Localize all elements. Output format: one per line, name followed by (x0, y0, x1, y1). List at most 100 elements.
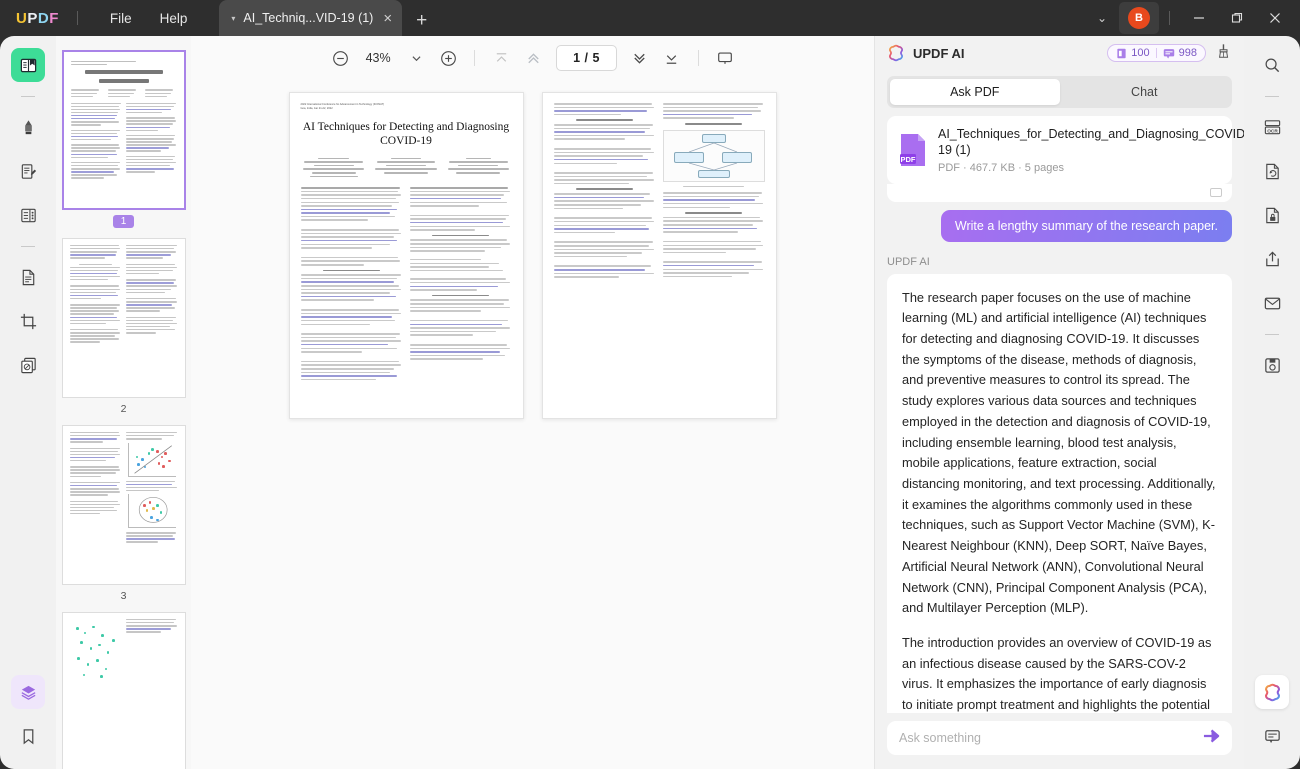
maximize-button[interactable] (1218, 4, 1256, 32)
sidebar-item-save-doc-tool[interactable] (1255, 348, 1289, 382)
sidebar-item-layers-panel[interactable] (11, 675, 45, 709)
sidebar-item-protect-doc-tool[interactable] (1255, 198, 1289, 232)
avatar-button[interactable]: B (1119, 2, 1159, 34)
assistant-label: UPDF AI (887, 256, 1232, 268)
ai-panel: UPDF AI 100 99 (874, 36, 1244, 769)
sidebar-item-comment-highlight-tool[interactable] (11, 110, 45, 144)
pdf-file-icon: PDF (899, 133, 927, 167)
new-tab-button[interactable]: + (416, 10, 427, 36)
account-chevron-icon[interactable]: ⌄ (1085, 3, 1119, 33)
tab-chat[interactable]: Chat (1060, 79, 1230, 105)
sidebar-item-reader-tool[interactable] (11, 48, 45, 82)
sidebar-item-email-doc-tool[interactable] (1255, 286, 1289, 320)
broom-icon[interactable] (1216, 43, 1232, 64)
sidebar-item-comments-panel[interactable] (1255, 719, 1289, 753)
attached-file-name: AI_Techniques_for_Detecting_and_Diagnosi… (938, 126, 1220, 159)
badge-divider (1156, 48, 1157, 58)
app-logo: U P D F (16, 10, 59, 27)
menu-file[interactable]: File (96, 5, 146, 32)
user-message-bubble: Write a lengthy summary of the research … (941, 210, 1232, 242)
avatar: B (1128, 7, 1150, 29)
left-toolbar (0, 36, 56, 769)
ai-credits-badge[interactable]: 100 998 (1107, 44, 1206, 62)
toolbar-divider-1 (474, 50, 475, 66)
right-rail-divider-2 (1265, 334, 1279, 335)
sidebar-item-search-tool[interactable] (1255, 48, 1289, 82)
chat-bubble-icon (1163, 48, 1175, 59)
doc-title: AI Techniques for Detecting and Diagnosi… (301, 120, 512, 149)
close-icon[interactable]: × (383, 11, 392, 26)
updf-ai-icon (887, 44, 905, 62)
attached-file-card[interactable]: PDF AI_Techniques_for_Detecting_and_Diag… (887, 116, 1232, 184)
sidebar-item-convert-pdf-tool[interactable] (11, 260, 45, 294)
thumbnail-panel[interactable]: 1 (56, 36, 191, 769)
presentation-mode-button[interactable] (710, 43, 740, 73)
page-canvas[interactable]: 2022 International Conference for Advanc… (191, 80, 874, 769)
previous-page-button[interactable] (518, 43, 548, 73)
sidebar-item-updf-ai-tool[interactable] (1255, 675, 1289, 709)
zoom-out-button[interactable] (325, 43, 355, 73)
doc-header-line-2: Goa, India, Jan 21-22, 2022 (301, 107, 512, 111)
sidebar-item-convert-doc-tool[interactable] (1255, 154, 1289, 188)
zoom-in-button[interactable] (433, 43, 463, 73)
ask-input[interactable] (899, 731, 1203, 745)
doc-title-line-2: COVID-19 (301, 134, 512, 148)
sidebar-item-ocr-tool[interactable]: OCR (1255, 110, 1289, 144)
tab-ask-pdf[interactable]: Ask PDF (890, 79, 1060, 105)
document-credit-count: 100 (1131, 47, 1149, 59)
thumbnail-item[interactable]: 4 (62, 612, 186, 769)
sidebar-item-edit-pdf-tool[interactable] (11, 154, 45, 188)
window-controls: ⌄ B (1085, 2, 1300, 34)
rail-divider-2 (21, 246, 35, 247)
right-rail-divider-1 (1265, 96, 1279, 97)
chat-thread[interactable]: Write a lengthy summary of the research … (875, 184, 1244, 714)
thumbnail-page-number: 3 (121, 590, 127, 602)
sidebar-item-crop-page-tool[interactable] (11, 304, 45, 338)
menu-help[interactable]: Help (146, 5, 202, 32)
viewer-toolbar: 43% 1 / 5 (191, 36, 874, 80)
logo-letter-d: D (38, 10, 49, 27)
figure-flowchart (663, 130, 765, 182)
sidebar-item-share-doc-tool[interactable] (1255, 242, 1289, 276)
ask-input-bar[interactable] (887, 721, 1232, 755)
app-body: 1 (0, 36, 1300, 769)
document-page-2[interactable] (542, 92, 777, 419)
answer-paragraph-1: The research paper focuses on the use of… (902, 288, 1217, 620)
thumbnail-item[interactable]: 3 (62, 425, 186, 602)
toolbar-divider-2 (698, 50, 699, 66)
thumbnail-item[interactable]: 1 (62, 50, 186, 228)
sidebar-item-organize-pages-tool[interactable] (11, 198, 45, 232)
sidebar-item-bookmark-panel[interactable] (11, 719, 45, 753)
page-indicator[interactable]: 1 / 5 (556, 45, 617, 71)
last-page-button[interactable] (657, 43, 687, 73)
send-icon[interactable] (1203, 729, 1220, 747)
logo-letter-p: P (27, 10, 38, 27)
first-page-button[interactable] (486, 43, 516, 73)
document-page-1[interactable]: 2022 International Conference for Advanc… (289, 92, 524, 419)
document-viewer: 43% 1 / 5 (191, 36, 874, 769)
thumbnail-page-4[interactable] (62, 612, 186, 769)
document-tab[interactable]: ▾ AI_Techniq...VID-19 (1) × (219, 0, 402, 36)
sidebar-item-batch-tool[interactable] (11, 348, 45, 382)
window-divider (1169, 11, 1170, 25)
document-tab-label: AI_Techniq...VID-19 (1) (243, 11, 373, 25)
thumbnail-page-2[interactable] (62, 238, 186, 398)
close-button[interactable] (1256, 4, 1294, 32)
minimize-button[interactable] (1180, 4, 1218, 32)
next-page-button[interactable] (625, 43, 655, 73)
chevron-down-icon[interactable]: ▾ (231, 14, 235, 23)
document-credits: 100 (1116, 47, 1149, 59)
thumbnail-page-3[interactable] (62, 425, 186, 585)
updf-ai-icon (1263, 683, 1282, 702)
zoom-dropdown-button[interactable] (401, 43, 431, 73)
right-toolbar: OCR (1244, 36, 1300, 769)
title-divider (77, 11, 78, 25)
thumbnail-page-1[interactable] (62, 50, 186, 210)
message-credit-count: 998 (1179, 47, 1197, 59)
svg-text:PDF: PDF (901, 155, 916, 164)
message-credits: 998 (1163, 47, 1197, 59)
zoom-level-label: 43% (361, 51, 395, 65)
thumbnail-item[interactable]: 2 (62, 238, 186, 415)
user-message-row: Write a lengthy summary of the research … (887, 210, 1232, 242)
doc-title-line-1: AI Techniques for Detecting and Diagnosi… (301, 120, 512, 134)
